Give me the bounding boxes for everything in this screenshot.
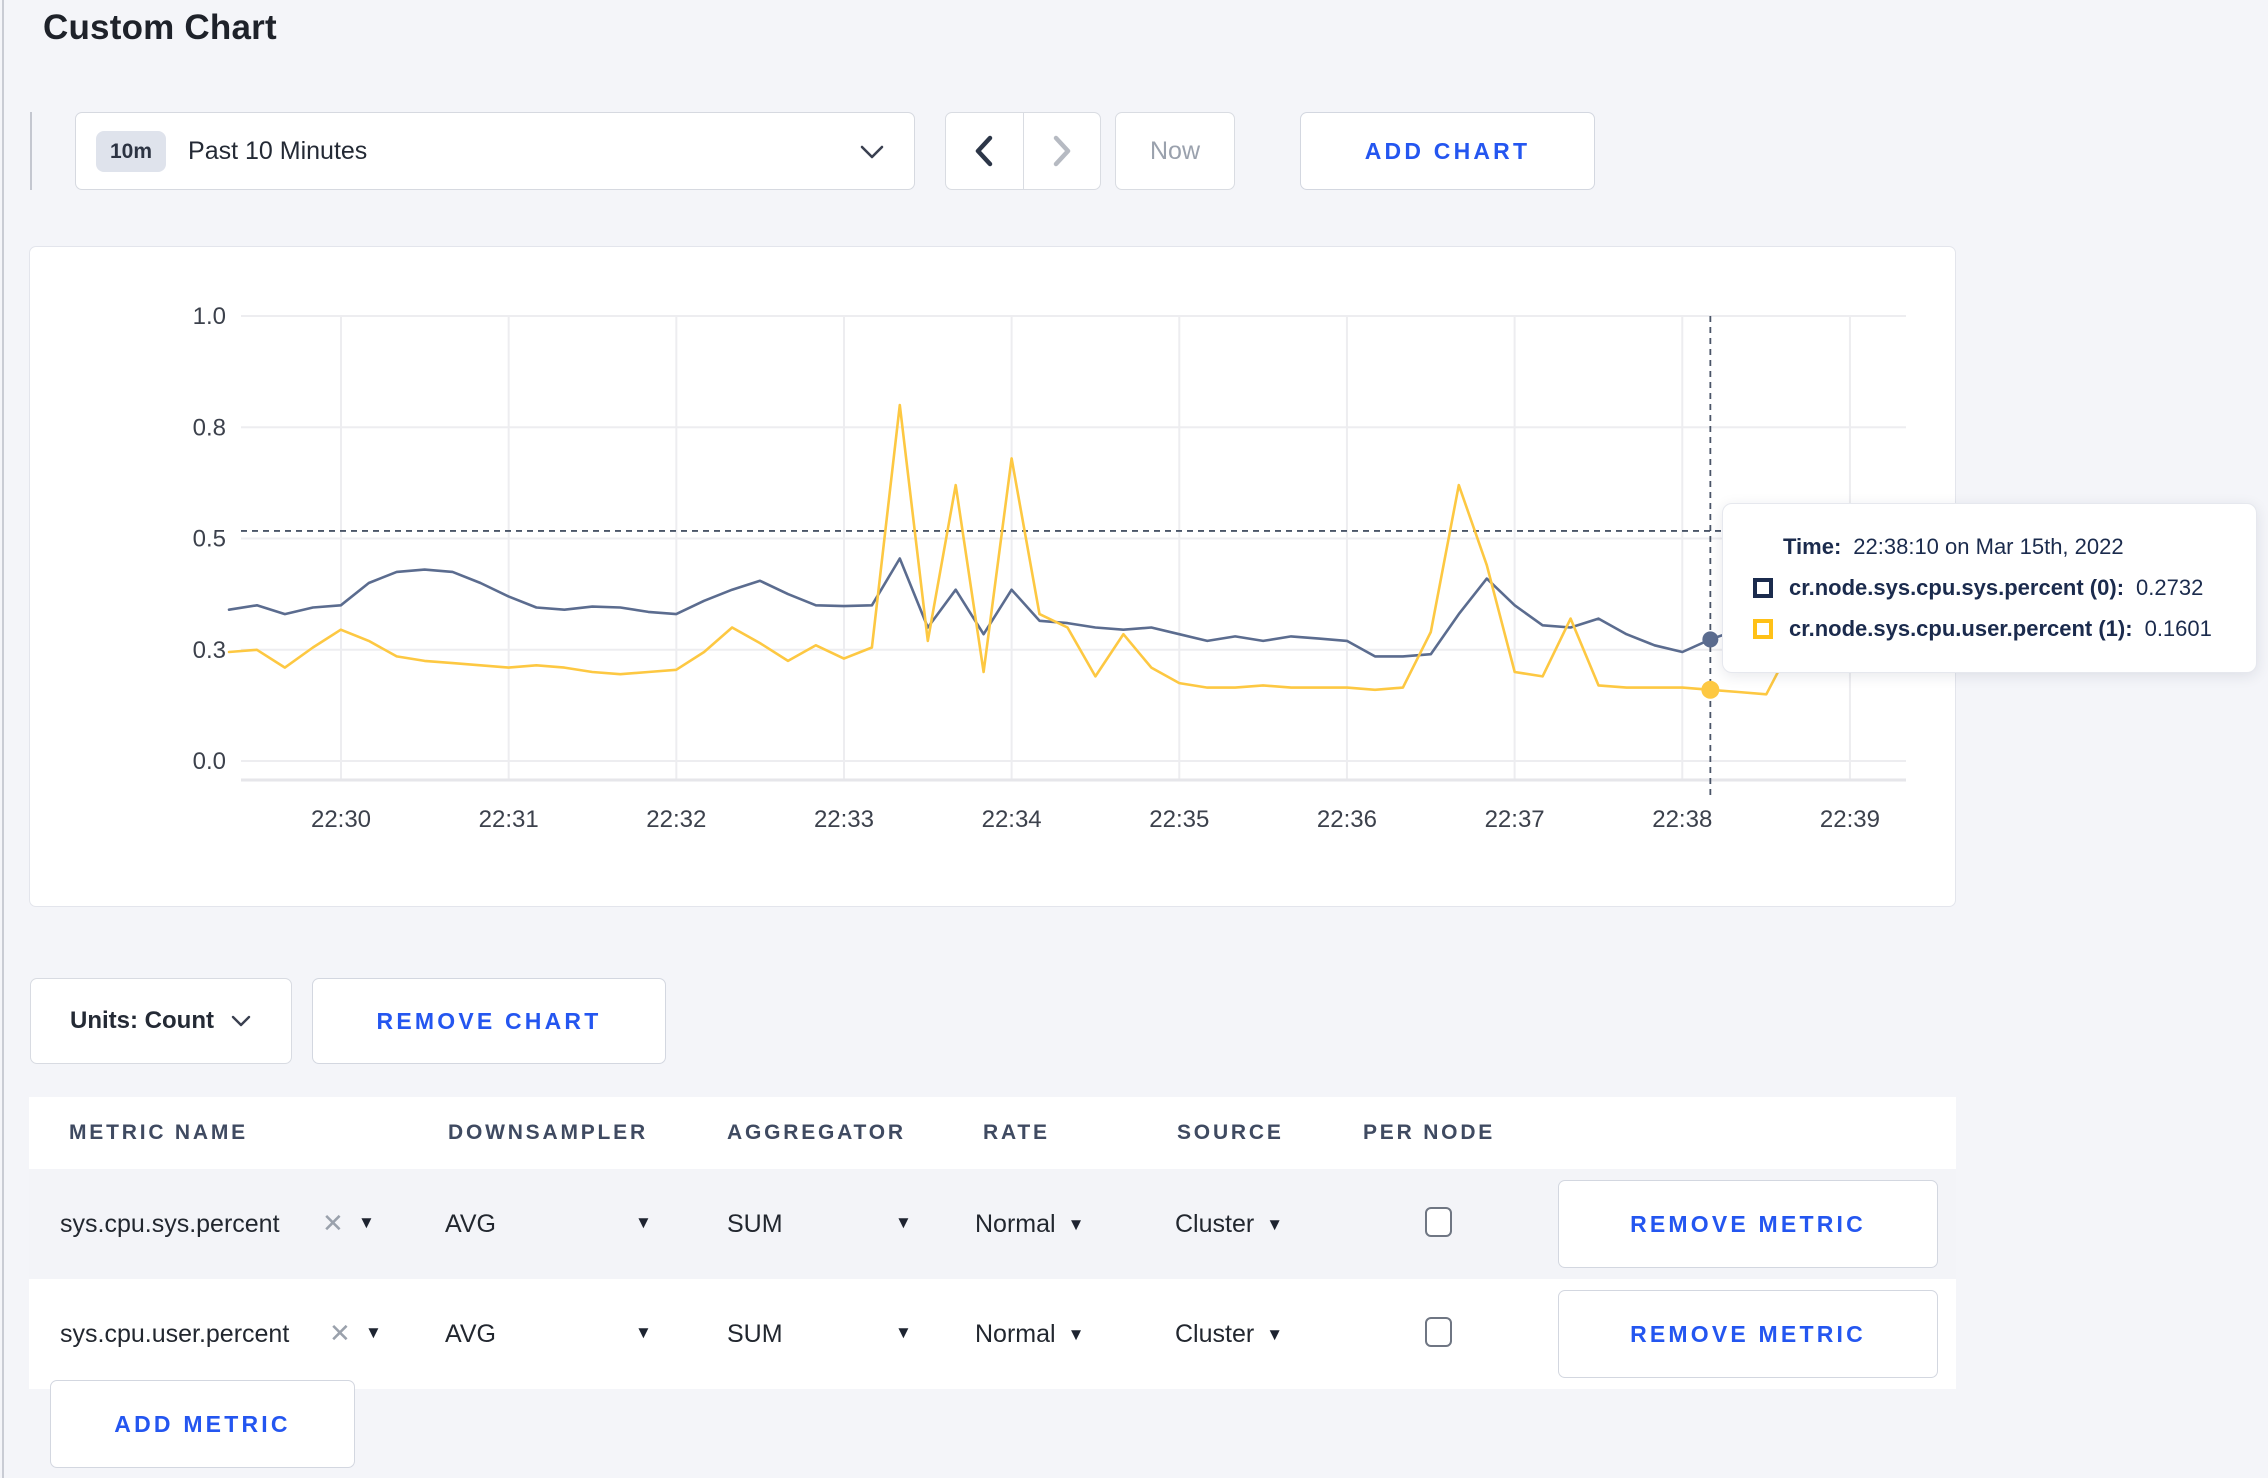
tooltip-user-label: cr.node.sys.cpu.user.percent (1):: [1789, 616, 2133, 641]
aggregator-caret-icon[interactable]: ▼: [895, 1213, 912, 1233]
rate-caret-icon: ▼: [1067, 1214, 1085, 1234]
svg-text:0.0: 0.0: [193, 748, 226, 775]
units-label: Units: Count: [70, 1007, 214, 1034]
add-metric-button[interactable]: ADD METRIC: [50, 1380, 355, 1468]
header-rate: RATE: [983, 1121, 1050, 1144]
time-range-badge: 10m: [96, 130, 167, 172]
svg-text:22:34: 22:34: [982, 806, 1042, 833]
aggregator-select[interactable]: SUM: [727, 1320, 783, 1349]
prev-time-button[interactable]: [946, 113, 1023, 189]
chevron-left-icon: [976, 135, 993, 167]
svg-text:22:31: 22:31: [479, 806, 539, 833]
header-per-node: PER NODE: [1363, 1121, 1496, 1144]
remove-chart-button[interactable]: REMOVE CHART: [312, 978, 666, 1064]
header-downsampler: DOWNSAMPLER: [448, 1121, 648, 1144]
metric-row-user: sys.cpu.user.percent ✕ ▼ AVG ▼ SUM ▼ Nor…: [29, 1279, 1956, 1389]
metrics-table-header: METRIC NAME DOWNSAMPLER AGGREGATOR RATE …: [29, 1097, 1956, 1169]
aggregator-caret-icon[interactable]: ▼: [895, 1323, 912, 1343]
sys-series-swatch-icon: [1753, 578, 1773, 598]
header-source: SOURCE: [1177, 1121, 1284, 1144]
svg-text:22:35: 22:35: [1149, 806, 1209, 833]
per-node-checkbox[interactable]: [1425, 1317, 1452, 1347]
metric-name-select[interactable]: sys.cpu.user.percent: [60, 1320, 289, 1349]
svg-text:22:37: 22:37: [1485, 806, 1545, 833]
units-dropdown[interactable]: Units: Count: [30, 978, 292, 1064]
svg-text:22:38: 22:38: [1652, 806, 1712, 833]
clear-metric-icon[interactable]: ✕: [322, 1208, 344, 1239]
source-caret-icon: ▼: [1266, 1324, 1284, 1344]
source-select[interactable]: Cluster ▼: [1175, 1210, 1283, 1239]
remove-metric-button[interactable]: REMOVE METRIC: [1558, 1290, 1938, 1378]
svg-text:1.0: 1.0: [193, 303, 226, 330]
tooltip-user-value: 0.1601: [2144, 616, 2212, 641]
tooltip-time-label: Time:: [1783, 534, 1842, 559]
tooltip-time-row: Time: 22:38:10 on Mar 15th, 2022: [1753, 534, 2256, 560]
downsampler-caret-icon[interactable]: ▼: [635, 1213, 652, 1233]
page-title: Custom Chart: [43, 8, 277, 47]
aggregator-select[interactable]: SUM: [727, 1210, 783, 1239]
chevron-right-icon: [1053, 135, 1070, 167]
svg-text:22:30: 22:30: [311, 806, 371, 833]
source-select[interactable]: Cluster ▼: [1175, 1320, 1283, 1349]
rate-value: Normal: [975, 1320, 1056, 1348]
rate-select[interactable]: Normal ▼: [975, 1320, 1084, 1349]
time-range-dropdown[interactable]: 10m Past 10 Minutes: [75, 112, 915, 190]
svg-text:22:39: 22:39: [1820, 806, 1880, 833]
svg-text:22:36: 22:36: [1317, 806, 1377, 833]
next-time-button[interactable]: [1022, 113, 1101, 189]
metric-name-select[interactable]: sys.cpu.sys.percent: [60, 1210, 280, 1239]
metric-caret-icon[interactable]: ▼: [365, 1323, 382, 1343]
header-metric-name: METRIC NAME: [69, 1121, 248, 1144]
tooltip-sys-value: 0.2732: [2136, 575, 2204, 600]
metrics-table: METRIC NAME DOWNSAMPLER AGGREGATOR RATE …: [29, 1097, 1956, 1389]
svg-text:22:32: 22:32: [646, 806, 706, 833]
header-aggregator: AGGREGATOR: [727, 1121, 906, 1144]
add-chart-button[interactable]: ADD CHART: [1300, 112, 1595, 190]
cpu-usage-chart[interactable]: 0.0 0.3 0.5 0.8 1.0 22:30 22:31 22:32 22:33 22:34…: [30, 247, 1957, 908]
chart-card: 0.0 0.3 0.5 0.8 1.0 22:30 22:31 22:32 22:33 22:34…: [29, 246, 1956, 907]
downsampler-select[interactable]: AVG: [445, 1210, 496, 1239]
downsampler-caret-icon[interactable]: ▼: [635, 1323, 652, 1343]
downsampler-select[interactable]: AVG: [445, 1320, 496, 1349]
svg-text:22:33: 22:33: [814, 806, 874, 833]
tooltip-time-value: 22:38:10 on Mar 15th, 2022: [1853, 534, 2124, 559]
chevron-down-icon: [858, 142, 886, 167]
time-range-label: Past 10 Minutes: [188, 136, 368, 165]
clear-metric-icon[interactable]: ✕: [329, 1318, 351, 1349]
per-node-checkbox[interactable]: [1425, 1207, 1452, 1237]
source-value: Cluster: [1175, 1210, 1255, 1238]
toolbar-divider: [30, 112, 32, 190]
tooltip-series-row: cr.node.sys.cpu.sys.percent (0): 0.2732: [1753, 575, 2256, 601]
source-caret-icon: ▼: [1266, 1214, 1284, 1234]
time-pager: [945, 112, 1101, 190]
now-button[interactable]: Now: [1115, 112, 1235, 190]
user-series-swatch-icon: [1753, 619, 1773, 639]
tooltip-sys-label: cr.node.sys.cpu.sys.percent (0):: [1789, 575, 2125, 600]
page-left-border: [2, 0, 4, 1478]
chart-hover-tooltip: Time: 22:38:10 on Mar 15th, 2022 cr.node…: [1722, 503, 2257, 673]
rate-select[interactable]: Normal ▼: [975, 1210, 1084, 1239]
svg-text:0.8: 0.8: [193, 414, 226, 441]
chevron-down-icon: [231, 1015, 251, 1027]
metric-caret-icon[interactable]: ▼: [358, 1213, 375, 1233]
rate-caret-icon: ▼: [1067, 1324, 1085, 1344]
source-value: Cluster: [1175, 1320, 1255, 1348]
metric-row-sys: sys.cpu.sys.percent ✕ ▼ AVG ▼ SUM ▼ Norm…: [29, 1169, 1956, 1279]
tooltip-series-row: cr.node.sys.cpu.user.percent (1): 0.1601: [1753, 616, 2256, 642]
svg-text:0.5: 0.5: [193, 526, 226, 553]
svg-text:0.3: 0.3: [193, 637, 226, 664]
rate-value: Normal: [975, 1210, 1056, 1238]
remove-metric-button[interactable]: REMOVE METRIC: [1558, 1180, 1938, 1268]
